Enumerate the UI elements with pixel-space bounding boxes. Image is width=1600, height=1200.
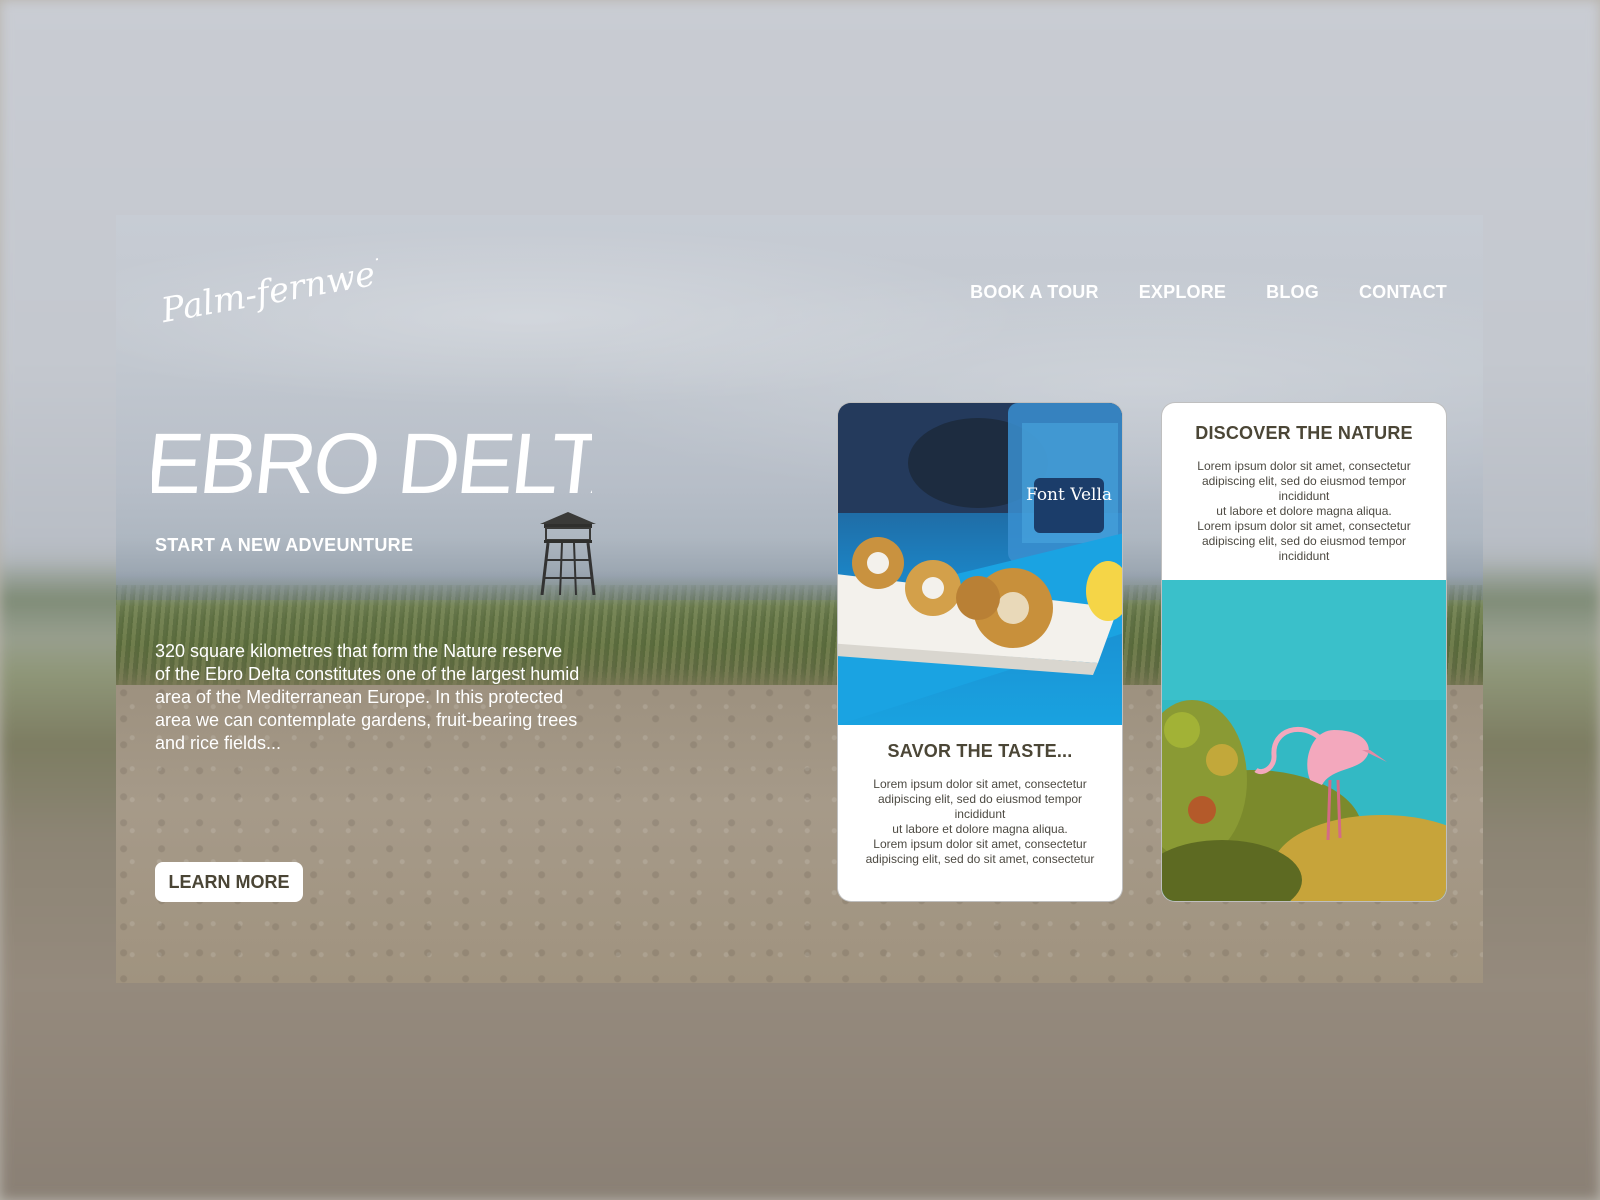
fried-calamari-photo: Font Vella [838, 403, 1122, 725]
brand-logo[interactable]: Palm-fernweh [156, 252, 378, 330]
nav-contact[interactable]: CONTACT [1359, 282, 1447, 303]
card-title: DISCOVER THE NATURE [1195, 423, 1413, 443]
card-discover-the-nature[interactable]: DISCOVER THE NATURE Lorem ipsum dolor si… [1161, 402, 1447, 902]
nav-blog[interactable]: BLOG [1266, 282, 1319, 303]
card-body: DISCOVER THE NATURE Lorem ipsum dolor si… [1162, 423, 1446, 564]
card-title: SAVOR THE TASTE... [887, 741, 1073, 761]
card-text: Lorem ipsum dolor sit amet, consectetur … [1197, 459, 1411, 563]
hero-title: EBRO DELTA [152, 416, 592, 512]
nav-book-a-tour[interactable]: BOOK A TOUR [970, 282, 1099, 303]
card-savor-the-taste[interactable]: Font Vella SAVOR THE TASTE... Lorem ipsu… [837, 402, 1123, 902]
nav-explore[interactable]: EXPLORE [1139, 282, 1226, 303]
svg-text:Palm-fernweh: Palm-fernweh [157, 252, 378, 330]
main-navigation: BOOK A TOUR EXPLORE BLOG CONTACT [970, 282, 1447, 303]
hero-description: 320 square kilometres that form the Natu… [155, 641, 580, 753]
flamingo-photo [1162, 580, 1446, 901]
hero-subtitle: START A NEW ADVEUNTURE [155, 535, 414, 555]
learn-more-button[interactable]: LEARN MORE [155, 862, 303, 902]
card-text: Lorem ipsum dolor sit amet, consectetur … [865, 777, 1095, 866]
watch-tower-image [540, 512, 596, 595]
font-vella-label: Font Vella [1026, 485, 1112, 505]
card-body: SAVOR THE TASTE... Lorem ipsum dolor sit… [838, 741, 1122, 867]
svg-text:EBRO DELTA: EBRO DELTA [152, 416, 592, 512]
